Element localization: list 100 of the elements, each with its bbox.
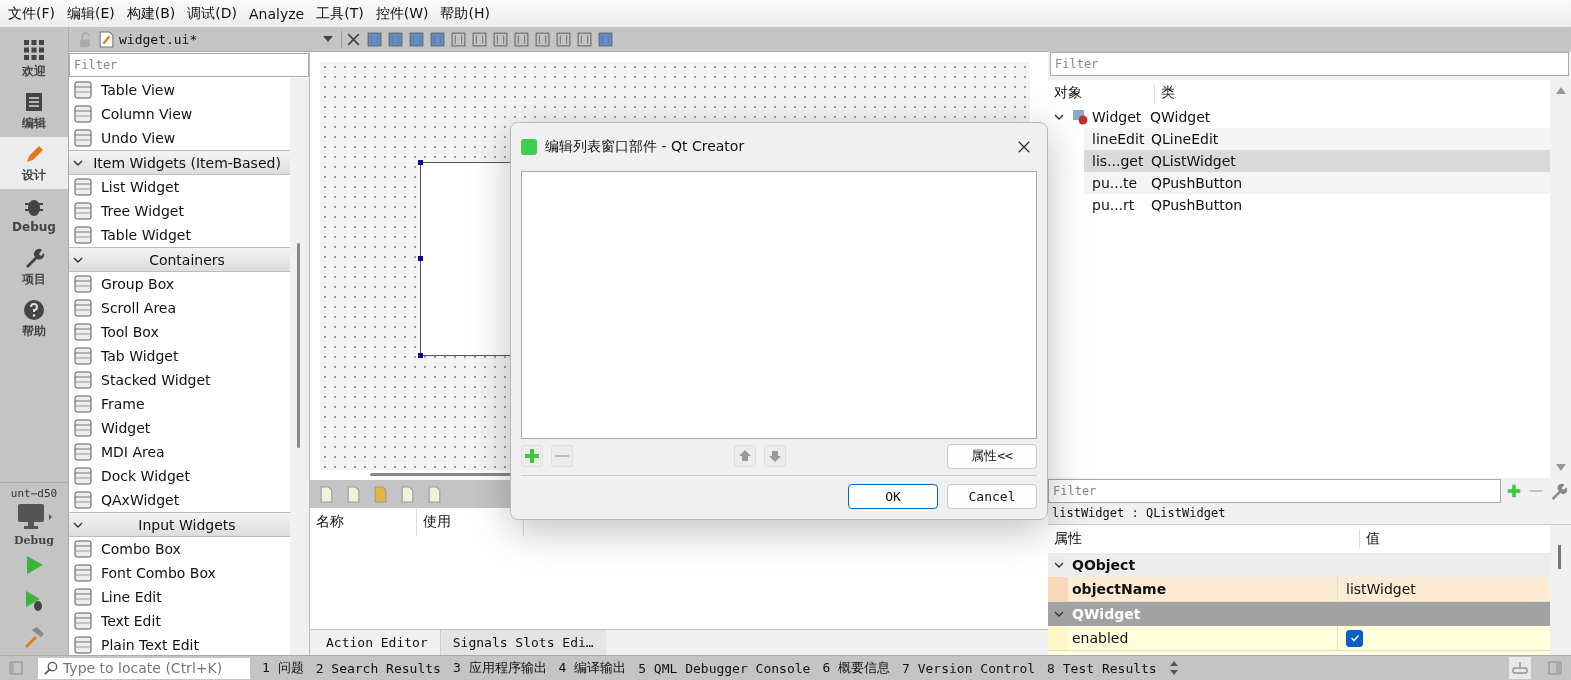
object-name[interactable]: pu...rt	[1092, 197, 1151, 213]
category-header[interactable]: Input Widgets	[69, 512, 291, 537]
filter-field[interactable]: Filter	[1050, 52, 1569, 76]
output-pane-button[interactable]: 8 Test Results	[1041, 660, 1163, 676]
widget-item[interactable]: Widget	[101, 420, 151, 436]
mode-button[interactable]: 项目	[0, 241, 68, 293]
widget-item[interactable]: Tree Widget	[101, 203, 184, 219]
action-tool-icon[interactable]	[399, 485, 416, 503]
mode-button[interactable]: 帮助	[0, 293, 68, 345]
widget-item[interactable]: Tool Box	[101, 324, 159, 340]
caret-icon[interactable]	[323, 36, 333, 42]
locate-field[interactable]: Type to locate (Ctrl+K)	[38, 657, 250, 679]
menu-item[interactable]: 构建(B)	[120, 2, 182, 25]
column-header[interactable]: 对象	[1048, 84, 1155, 102]
layout-tool-icon[interactable]	[471, 30, 488, 48]
menu-item[interactable]: 调试(D)	[181, 2, 243, 25]
mode-button[interactable]: 设计	[0, 137, 68, 189]
layout-tool-icon[interactable]	[408, 30, 425, 48]
column-header[interactable]: 值	[1360, 530, 1380, 548]
object-name[interactable]: lineEdit	[1092, 131, 1151, 147]
checkbox[interactable]	[1346, 629, 1363, 647]
layout-tool-icon[interactable]	[597, 30, 614, 48]
widget-item[interactable]: List Widget	[101, 179, 180, 195]
action-tool-icon[interactable]	[318, 485, 335, 503]
column-header[interactable]: 属性	[1048, 530, 1360, 548]
output-pane-button[interactable]: 1 问题	[256, 659, 310, 677]
widget-item[interactable]: Column View	[101, 106, 193, 122]
filter-field[interactable]: Filter	[69, 53, 309, 77]
widget-item[interactable]: Plain Text Edit	[101, 637, 199, 653]
mode-button[interactable]: Debug	[0, 189, 68, 241]
column-header[interactable]: 类	[1155, 84, 1175, 102]
widget-item[interactable]: Scroll Area	[101, 300, 177, 316]
layout-tool-icon[interactable]	[366, 30, 383, 48]
layout-tool-icon[interactable]	[387, 30, 404, 48]
widget-item[interactable]: Font Combo Box	[101, 565, 216, 581]
properties-button[interactable]: 属性<<	[947, 443, 1037, 469]
property-row[interactable]: enabled	[1048, 626, 1550, 651]
output-pane-button[interactable]: 6 概要信息	[816, 659, 897, 677]
mode-button[interactable]: 欢迎	[0, 33, 68, 85]
widget-item[interactable]: QAxWidget	[101, 492, 180, 508]
widget-item[interactable]: Stacked Widget	[101, 372, 211, 388]
widget-item[interactable]: Text Edit	[101, 613, 161, 629]
move-down-icon[interactable]	[764, 445, 786, 467]
scroll-up-icon[interactable]	[1555, 86, 1566, 94]
menu-item[interactable]: 文件(F)	[2, 2, 61, 25]
widget-item[interactable]: Table Widget	[101, 227, 191, 243]
menu-item[interactable]: 工具(T)	[310, 2, 370, 25]
chevron-icon[interactable]	[1054, 112, 1064, 122]
widget-item[interactable]: Tab Widget	[101, 348, 179, 364]
category-header[interactable]: Containers	[69, 247, 291, 272]
file-name[interactable]: widget.ui*	[119, 31, 319, 47]
layout-tool-icon[interactable]	[450, 30, 467, 48]
output-pane-button[interactable]: 2 Search Results	[309, 660, 447, 676]
widget-item[interactable]: Undo View	[101, 130, 176, 146]
move-up-icon[interactable]	[734, 445, 756, 467]
layout-tool-icon[interactable]	[429, 30, 446, 48]
menu-item[interactable]: 控件(W)	[369, 2, 435, 25]
add-icon[interactable]	[521, 445, 543, 467]
widget-item[interactable]: Combo Box	[101, 541, 181, 557]
close-icon[interactable]	[1017, 140, 1031, 154]
object-name[interactable]: pu...te	[1092, 175, 1151, 191]
menu-item[interactable]: Analyze	[243, 3, 311, 24]
mode-button[interactable]: 编辑	[0, 85, 68, 137]
cancel-button[interactable]: Cancel	[947, 484, 1037, 509]
menu-item[interactable]: 帮助(H)	[434, 2, 496, 25]
action-tool-icon[interactable]	[426, 485, 443, 503]
layout-tool-icon[interactable]	[555, 30, 572, 48]
scrollbar-thumb[interactable]	[297, 243, 300, 448]
menu-item[interactable]: 编辑(E)	[61, 2, 121, 25]
output-pane-button[interactable]: 4 编译输出	[552, 659, 633, 677]
object-name[interactable]: Widget	[1092, 109, 1150, 125]
up-down-arrows-icon[interactable]	[1168, 660, 1179, 676]
add-icon[interactable]	[1505, 482, 1523, 500]
widget-item[interactable]: Table View	[101, 82, 175, 98]
widget-item[interactable]: Line Edit	[101, 589, 162, 605]
filter-field[interactable]: Filter	[1048, 479, 1501, 503]
wrench-icon[interactable]	[1549, 482, 1567, 500]
widget-item[interactable]: Frame	[101, 396, 145, 412]
output-pane-button[interactable]: 5 QML Debugger Console	[632, 660, 817, 676]
layout-tool-icon[interactable]	[492, 30, 509, 48]
scrollbar-thumb[interactable]	[1558, 545, 1561, 569]
right-sidebar-icon[interactable]	[1547, 660, 1563, 676]
layout-tool-icon[interactable]	[534, 30, 551, 48]
widget-item[interactable]: Dock Widget	[101, 468, 190, 484]
layout-tool-icon[interactable]	[513, 30, 530, 48]
chevron-icon[interactable]	[1054, 560, 1064, 570]
action-tool-icon[interactable]	[345, 485, 362, 503]
editor-tab[interactable]: Signals Slots Edi…	[439, 630, 606, 655]
scroll-down-icon[interactable]	[1555, 464, 1566, 472]
remove-icon[interactable]	[551, 445, 573, 467]
object-name[interactable]: lis...get	[1092, 153, 1151, 169]
widget-item[interactable]: Group Box	[101, 276, 175, 292]
category-header[interactable]: Item Widgets (Item-Based)	[69, 150, 291, 175]
action-tool-icon[interactable]	[372, 485, 389, 503]
widget-item[interactable]: MDI Area	[101, 444, 165, 460]
output-pane-button[interactable]: 7 Version Control	[896, 660, 1042, 676]
ok-button[interactable]: OK	[848, 484, 938, 509]
output-pane-button[interactable]: 3 应用程序输出	[446, 659, 553, 677]
output-toggle-icon[interactable]	[1509, 657, 1531, 679]
sidebar-toggle-icon[interactable]	[8, 660, 24, 676]
